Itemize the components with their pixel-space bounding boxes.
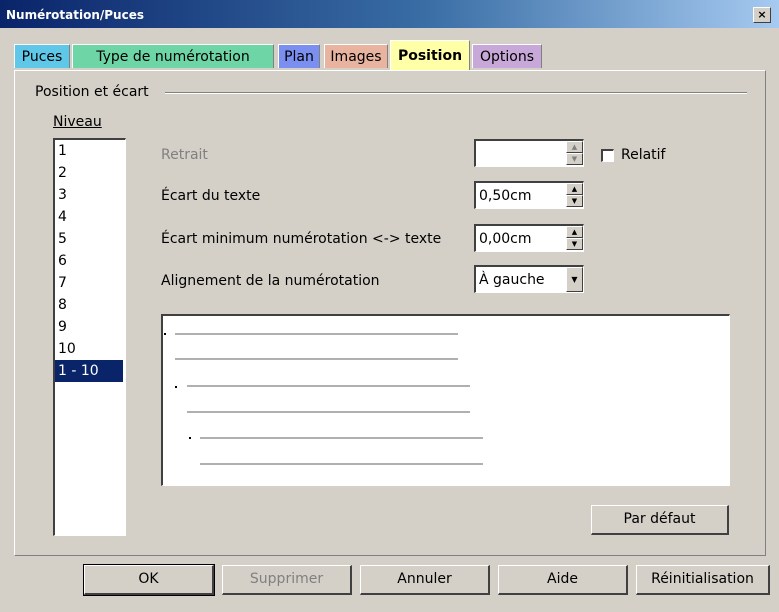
spin-down-icon[interactable]: ▼ [566, 153, 583, 165]
list-item[interactable]: 6 [55, 250, 125, 272]
tab-type-numerotation[interactable]: Type de numérotation [72, 44, 274, 68]
title-bar: Numérotation/Puces × [0, 0, 779, 28]
preview-bullet [175, 386, 177, 388]
alignement-select[interactable]: À gauche ▼ [474, 265, 584, 293]
tab-images[interactable]: Images [324, 44, 388, 68]
list-item[interactable]: 10 [55, 338, 125, 360]
ecart-minimum-spinbox[interactable]: 0,00cm ▲ ▼ [474, 224, 584, 252]
list-item[interactable]: 5 [55, 228, 125, 250]
ecart-texte-label: Écart du texte [161, 188, 261, 204]
numbering-preview [161, 314, 730, 486]
position-panel: Position et écart Niveau 1 2 3 4 5 6 7 8… [14, 70, 766, 556]
relatif-label: Relatif [621, 147, 666, 163]
preview-line [187, 411, 470, 413]
alignement-label: Alignement de la numérotation [161, 273, 380, 289]
preview-line [175, 333, 458, 335]
retrait-label: Retrait [161, 147, 208, 163]
spin-down-icon[interactable]: ▼ [566, 238, 583, 250]
group-divider [165, 92, 747, 94]
tab-puces[interactable]: Puces [14, 44, 70, 68]
spin-up-icon[interactable]: ▲ [566, 226, 583, 238]
supprimer-button[interactable]: Supprimer [222, 565, 352, 595]
preview-bullet [189, 437, 191, 439]
annuler-button[interactable]: Annuler [360, 565, 490, 595]
preview-line [200, 437, 483, 439]
reinitialisation-button[interactable]: Réinitialisation [636, 565, 770, 595]
spin-up-icon[interactable]: ▲ [566, 183, 583, 195]
spin-down-icon[interactable]: ▼ [566, 195, 583, 207]
retrait-spinbox[interactable]: ▲ ▼ [474, 139, 584, 167]
ecart-texte-spinbox[interactable]: 0,50cm ▲ ▼ [474, 181, 584, 209]
preview-line [187, 385, 470, 387]
spin-up-icon[interactable]: ▲ [566, 141, 583, 153]
list-item-selected[interactable]: 1 - 10 [55, 360, 123, 382]
chevron-down-icon[interactable]: ▼ [566, 267, 583, 292]
tab-plan[interactable]: Plan [278, 44, 320, 68]
preview-line [200, 463, 483, 465]
alignement-value: À gauche [479, 272, 545, 288]
list-item[interactable]: 8 [55, 294, 125, 316]
relatif-checkbox[interactable] [601, 149, 614, 162]
list-item[interactable]: 2 [55, 162, 125, 184]
tab-options[interactable]: Options [472, 44, 542, 68]
tab-position[interactable]: Position [390, 40, 470, 70]
list-item[interactable]: 1 [55, 140, 125, 162]
list-item[interactable]: 7 [55, 272, 125, 294]
list-item[interactable]: 4 [55, 206, 125, 228]
niveau-label: Niveau [53, 114, 102, 130]
ok-button[interactable]: OK [83, 564, 215, 596]
list-item[interactable]: 9 [55, 316, 125, 338]
ecart-minimum-label: Écart minimum numérotation <-> texte [161, 231, 442, 247]
par-defaut-button[interactable]: Par défaut [591, 505, 729, 535]
list-item[interactable]: 3 [55, 184, 125, 206]
aide-button[interactable]: Aide [498, 565, 628, 595]
ecart-texte-value: 0,50cm [479, 188, 532, 204]
window-title: Numérotation/Puces [6, 8, 144, 22]
preview-line [175, 358, 458, 360]
ecart-minimum-value: 0,00cm [479, 231, 532, 247]
preview-bullet [164, 333, 166, 335]
close-button[interactable]: × [753, 7, 771, 23]
group-title: Position et écart [35, 84, 149, 100]
close-icon: × [757, 8, 767, 21]
niveau-listbox[interactable]: 1 2 3 4 5 6 7 8 9 10 1 - 10 [53, 138, 126, 536]
